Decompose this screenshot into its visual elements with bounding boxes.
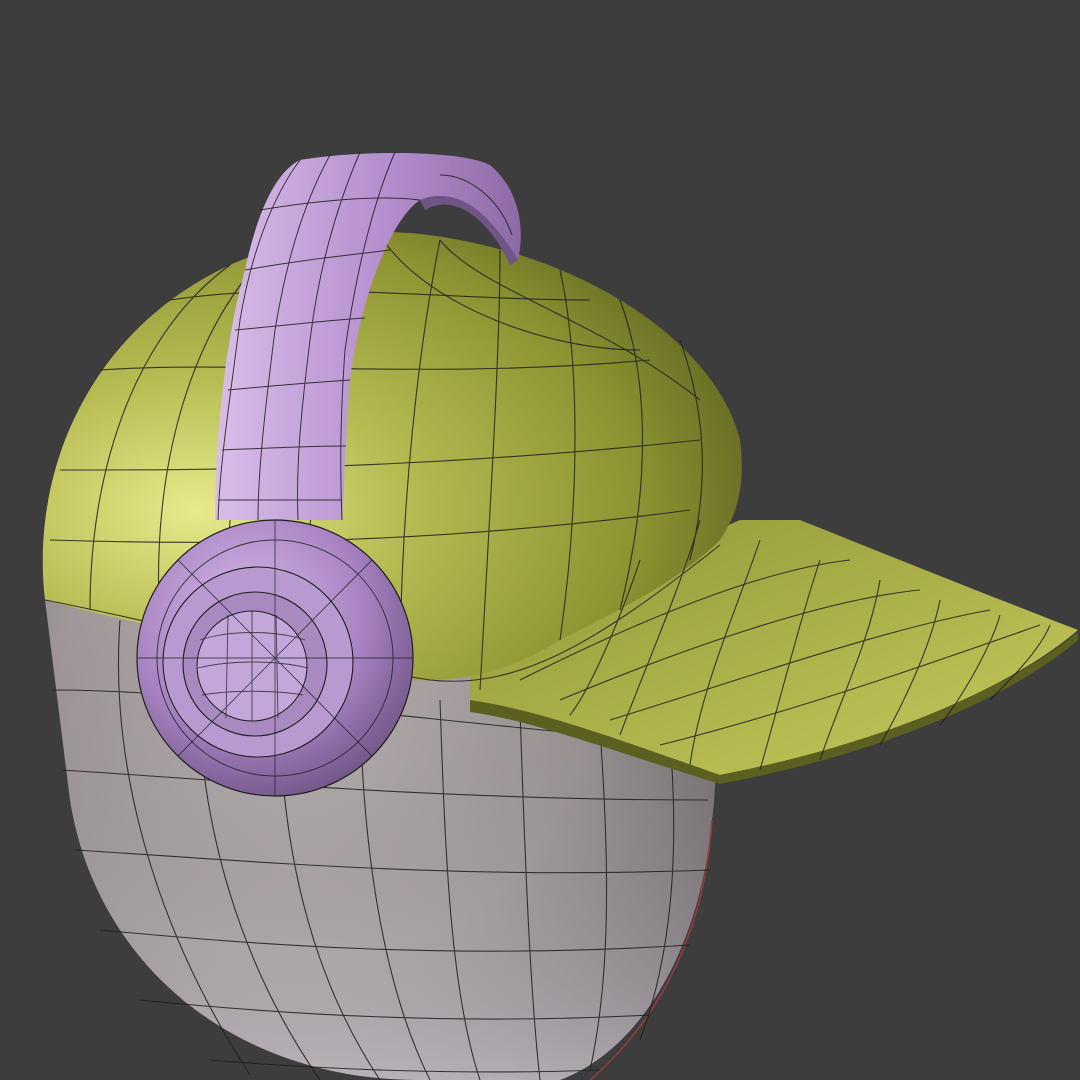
3d-viewport[interactable]	[0, 0, 1080, 1080]
earcup-mesh	[136, 519, 414, 797]
scene-render	[42, 151, 1078, 1080]
